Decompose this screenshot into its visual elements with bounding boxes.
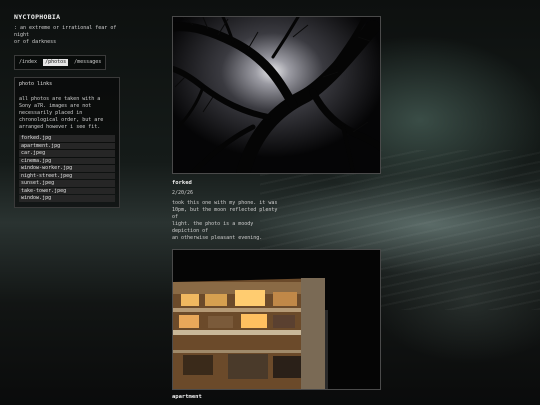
post-forked: forked 2/20/26 took this one with my pho… (172, 16, 382, 242)
nav-link-messages[interactable]: /messages (74, 59, 101, 66)
post-date: 2/20/26 (172, 190, 194, 196)
photo-link-forked[interactable]: forked.jpg (19, 135, 115, 142)
photo-link-sunset[interactable]: sunset.jpeg (19, 180, 115, 187)
post-apartment (172, 249, 381, 390)
photo-link-car[interactable]: car.jpeg (19, 150, 115, 157)
photo-link-window-worker[interactable]: window-worker.jpg (19, 165, 115, 172)
photo-apartment[interactable] (172, 249, 381, 390)
post-title: forked (172, 180, 192, 186)
photo-link-night-street[interactable]: night-street.jpeg (19, 172, 115, 179)
nav-link-index[interactable]: /index (19, 59, 37, 66)
sidebar: NYCTOPHOBIA : an extreme or irrational f… (14, 14, 124, 208)
photo-link-window[interactable]: window.jpg (19, 195, 115, 202)
photo-links-panel: photo links all photos are taken with a … (14, 77, 120, 208)
photo-link-cinema[interactable]: cinema.jpg (19, 157, 115, 164)
nav-bar: /index /photos /messages (14, 55, 107, 70)
nav-link-photos[interactable]: /photos (43, 59, 69, 66)
post-title-apartment: apartment (172, 394, 202, 400)
photo-links-title: photo links (19, 81, 53, 87)
photo-forked[interactable] (172, 16, 381, 174)
photo-file-list: forked.jpg apartment.jpg car.jpeg cinema… (19, 135, 115, 202)
photo-links-description: all photos are taken with a Sony a7R. im… (19, 96, 104, 130)
site-tagline: : an extreme or irrational fear of night… (14, 25, 117, 45)
post-body: took this one with my phone. it was 10pm… (172, 200, 278, 241)
tree-silhouette-image (173, 17, 380, 173)
photo-link-apartment[interactable]: apartment.jpg (19, 142, 115, 149)
site-title: NYCTOPHOBIA (14, 13, 61, 21)
apartment-building-image (173, 250, 380, 389)
photo-link-take-tower[interactable]: take-tower.jpeg (19, 187, 115, 194)
